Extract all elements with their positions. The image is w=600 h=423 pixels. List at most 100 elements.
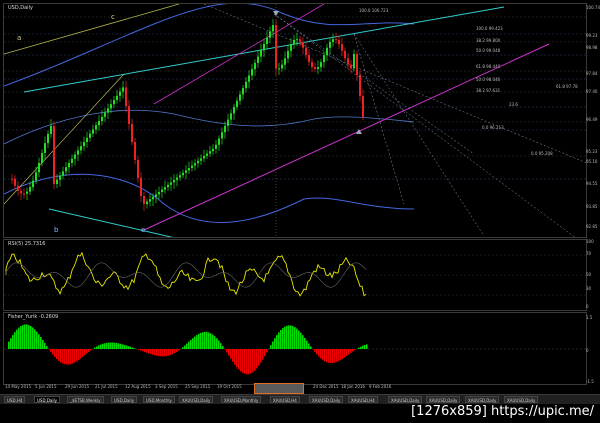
rsi-canvas[interactable]: [4, 240, 586, 310]
fisher-bar-down: [176, 349, 178, 352]
candle-body: [227, 119, 229, 126]
fisher-label: Fisher_Yurik -0.2609: [8, 314, 59, 320]
fib-level-label: 0.0 95.208: [531, 151, 553, 156]
candle-body: [155, 194, 157, 197]
chart-tab[interactable]: XAUUSD,Daily: [504, 396, 539, 403]
fisher-bar-down: [342, 349, 344, 359]
fisher-bar-down: [70, 349, 72, 365]
fisher-bar-up: [186, 343, 188, 349]
fisher-bar-up: [28, 324, 30, 349]
fisher-bar-down: [350, 349, 352, 354]
chart-tab[interactable]: XAUUSD,Daily: [388, 396, 423, 403]
chart-tab[interactable]: XAUUSD,H4: [270, 396, 300, 403]
price-axis[interactable]: 100.74 99.23 98.98 97.84 97.40 96.49 95.10 95.2…: [586, 3, 600, 383]
fisher-canvas[interactable]: [4, 313, 586, 384]
candle-body: [341, 44, 343, 51]
chart-tab[interactable]: USD,Monthly: [143, 396, 175, 403]
fisher-bar-up: [130, 346, 132, 349]
candle-body: [41, 152, 43, 163]
fisher-bar-down: [344, 349, 346, 358]
fisher-bar-up: [296, 328, 298, 349]
projection-line: [203, 4, 586, 164]
chart-tab[interactable]: XAUUSD,Monthly: [221, 396, 262, 403]
fisher-bar-down: [88, 349, 90, 353]
candle-body: [350, 64, 352, 69]
fib-level-label: 50.0 99.048: [476, 48, 501, 53]
chart-tab[interactable]: _$ETSB,Weekly: [67, 396, 104, 403]
fisher-bar-up: [18, 327, 20, 349]
fisher-bar-up: [212, 334, 214, 349]
candle-body: [119, 91, 121, 96]
projection-line: [273, 13, 475, 155]
price-axis-label: 97.40: [586, 89, 598, 94]
fisher-bar-down: [140, 349, 142, 351]
price-chart-canvas[interactable]: 100.0 100.723 100.0 99.423 38.2 99.800 50.0…: [4, 4, 586, 237]
candle-body: [170, 182, 172, 185]
candle-body: [233, 107, 235, 114]
candle-body: [323, 55, 325, 63]
fisher-bar-up: [222, 346, 224, 349]
fisher-bar-down: [250, 349, 252, 374]
candle-body: [254, 62, 256, 70]
candle-body: [143, 196, 145, 204]
fisher-bar-down: [76, 349, 78, 362]
chart-tab[interactable]: XAUUSD,Daily: [309, 396, 344, 403]
fisher-bar-up: [188, 341, 190, 349]
price-chart-pane[interactable]: 100.0 100.723 100.0 99.423 38.2 99.800 50.0…: [3, 3, 587, 238]
lower-channel-line: [48, 208, 174, 237]
chart-tab[interactable]: USD,Daily: [34, 396, 60, 403]
fisher-bar-down: [338, 349, 340, 362]
chart-tab[interactable]: USD,Daily: [111, 396, 137, 403]
fisher-bar-down: [260, 349, 262, 363]
candle-body: [230, 113, 232, 120]
candle-body: [131, 124, 133, 142]
time-axis-label: 9 Feb 2016: [369, 384, 392, 389]
chart-tab[interactable]: USD,H4: [4, 396, 26, 403]
fib-level-label: 50.0 98.046: [476, 77, 501, 82]
fisher-bar-down: [314, 349, 316, 352]
chart-tab[interactable]: XAUUSD,Daily: [179, 396, 214, 403]
candle-body: [35, 172, 37, 181]
fisher-bar-down: [150, 349, 152, 355]
candle-body: [134, 142, 136, 160]
time-axis-label: 3 Sep 2015: [155, 384, 178, 389]
fisher-bar-down: [236, 349, 238, 368]
wave-label-c: c: [111, 13, 115, 21]
price-axis-label: 93.85: [586, 204, 598, 209]
candle-body: [56, 179, 58, 184]
rsi-pane[interactable]: RSI(5) 25.7316: [3, 239, 587, 311]
candle-body: [89, 133, 91, 138]
candle-body: [263, 44, 265, 51]
candle-body: [146, 201, 148, 204]
candle-body: [206, 153, 208, 156]
chart-tab[interactable]: XAUUSD,Daily: [426, 396, 461, 403]
candle-body: [86, 137, 88, 142]
fisher-bar-down: [262, 349, 264, 360]
candle-body: [248, 75, 250, 82]
middle-band: [4, 109, 415, 145]
candle-body: [38, 162, 40, 173]
chart-tab[interactable]: XAUUSD,H4: [348, 396, 378, 403]
candle-body: [44, 143, 46, 153]
candle-body: [320, 62, 322, 68]
candle-body: [167, 184, 169, 188]
price-axis-label: 97.84: [586, 71, 598, 76]
candle-body: [290, 44, 292, 51]
fisher-bar-down: [348, 349, 350, 355]
candle-body: [113, 100, 115, 105]
fisher-bar-down: [166, 349, 168, 357]
fisher-pane[interactable]: Fisher_Yurik -0.2609: [3, 312, 587, 385]
fisher-bar-up: [208, 332, 210, 349]
fisher-bar-up: [272, 341, 274, 349]
rsi-axis-label: 50: [586, 272, 592, 277]
time-axis-label: 12 Aug 2015: [125, 384, 151, 389]
candle-body: [182, 172, 184, 176]
chart-tab[interactable]: XAUUSD,Daily: [465, 396, 500, 403]
candle-body: [335, 39, 337, 41]
fisher-bar-up: [108, 342, 110, 349]
fib-level-label: 38.2 99.800: [476, 38, 501, 43]
candle-body: [20, 190, 22, 194]
fisher-bar-up: [310, 346, 312, 349]
candle-body: [293, 39, 295, 45]
candle-body: [194, 163, 196, 166]
